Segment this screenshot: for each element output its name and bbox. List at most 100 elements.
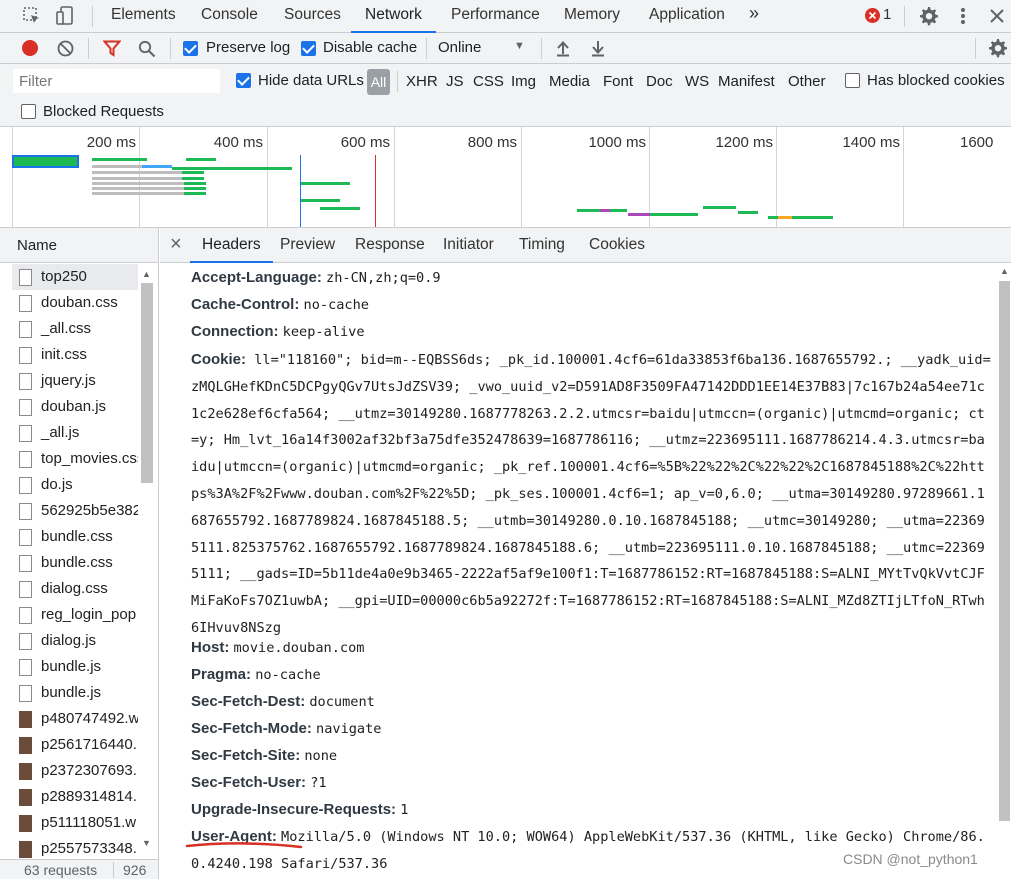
blocked-requests-checkbox[interactable]: [21, 104, 36, 119]
hide-data-urls-label[interactable]: Hide data URLs: [258, 72, 364, 89]
import-har-icon[interactable]: [555, 39, 571, 57]
request-name: p2889314814.: [41, 788, 137, 805]
request-row[interactable]: dialog.js: [12, 628, 138, 654]
disable-cache-label[interactable]: Disable cache: [323, 39, 417, 56]
detail-scrollbar[interactable]: [999, 281, 1010, 821]
request-row[interactable]: 562925b5e382: [12, 498, 138, 524]
close-detail-icon[interactable]: ×: [170, 233, 182, 256]
scroll-up-arrow-icon[interactable]: ▲: [142, 269, 151, 279]
clear-icon[interactable]: [57, 40, 74, 57]
request-row[interactable]: jquery.js: [12, 368, 138, 394]
filter-type-ws[interactable]: WS: [685, 73, 709, 90]
waterfall-bar: [92, 158, 147, 161]
blocked-requests-label[interactable]: Blocked Requests: [43, 103, 164, 120]
request-row[interactable]: dialog.css: [12, 576, 138, 602]
request-row[interactable]: p480747492.w: [12, 706, 138, 732]
tab-preview[interactable]: Preview: [280, 228, 335, 263]
tab-timing[interactable]: Timing: [519, 228, 565, 263]
timeline-gridline: [903, 127, 904, 227]
waterfall-bar: [300, 182, 350, 185]
has-blocked-cookies-label[interactable]: Has blocked cookies: [867, 72, 1005, 89]
scroll-up-arrow-icon[interactable]: ▲: [1000, 266, 1009, 276]
filter-input[interactable]: [13, 69, 220, 93]
header-row: Accept-Language: zh-CN,zh;q=0.9: [191, 269, 441, 286]
request-row[interactable]: _all.css: [12, 316, 138, 342]
image-thumbnail-icon: [19, 737, 32, 754]
request-row[interactable]: do.js: [12, 472, 138, 498]
request-row[interactable]: reg_login_pop: [12, 602, 138, 628]
tab-response[interactable]: Response: [355, 228, 425, 263]
request-row[interactable]: _all.js: [12, 420, 138, 446]
request-row[interactable]: p511118051.w: [12, 810, 138, 836]
tab-headers[interactable]: Headers: [190, 228, 273, 263]
request-row[interactable]: douban.css: [12, 290, 138, 316]
tab-console[interactable]: Console: [201, 0, 258, 33]
record-icon[interactable]: [22, 40, 38, 56]
search-icon[interactable]: [138, 40, 156, 58]
chevron-down-icon[interactable]: ▼: [514, 40, 525, 52]
request-row[interactable]: bundle.js: [12, 654, 138, 680]
disable-cache-checkbox[interactable]: [301, 41, 316, 56]
request-row[interactable]: top_movies.css: [12, 446, 138, 472]
preserve-log-label[interactable]: Preserve log: [206, 39, 290, 56]
request-row[interactable]: bundle.css: [12, 550, 138, 576]
inspect-element-icon[interactable]: [22, 6, 42, 26]
preserve-log-checkbox[interactable]: [183, 41, 198, 56]
waterfall-bar: [600, 209, 610, 212]
request-row[interactable]: p2561716440.: [12, 732, 138, 758]
hide-data-urls-checkbox[interactable]: [236, 73, 251, 88]
filter-type-manifest[interactable]: Manifest: [718, 73, 775, 90]
tab-memory[interactable]: Memory: [564, 0, 620, 33]
waterfall-bar: [172, 167, 292, 170]
has-blocked-cookies-checkbox[interactable]: [845, 73, 860, 88]
request-list-scrollbar[interactable]: [141, 283, 153, 483]
tab-sources[interactable]: Sources: [284, 0, 341, 33]
request-row[interactable]: douban.js: [12, 394, 138, 420]
filter-type-img[interactable]: Img: [511, 73, 536, 90]
filter-type-font[interactable]: Font: [603, 73, 633, 90]
scroll-down-arrow-icon[interactable]: ▼: [142, 838, 151, 848]
request-row[interactable]: top250: [12, 264, 138, 290]
close-devtools-icon[interactable]: [988, 7, 1006, 25]
more-options-icon[interactable]: [958, 6, 968, 26]
network-overview-timeline[interactable]: 200 ms 400 ms 600 ms 800 ms 1000 ms 1200…: [0, 127, 1011, 228]
request-row[interactable]: p2372307693.: [12, 758, 138, 784]
timeline-selection[interactable]: [12, 155, 79, 168]
timeline-gridline: [649, 127, 650, 227]
name-column-header[interactable]: Name: [0, 228, 158, 263]
device-toolbar-icon[interactable]: [55, 5, 75, 27]
request-row[interactable]: bundle.js: [12, 680, 138, 706]
filter-type-js[interactable]: JS: [446, 73, 464, 90]
waterfall-bar: [186, 158, 216, 161]
filter-funnel-icon[interactable]: [102, 40, 122, 57]
settings-gear-icon[interactable]: [917, 5, 939, 27]
error-icon[interactable]: [865, 8, 880, 23]
tab-application[interactable]: Application: [649, 0, 725, 33]
filter-type-css[interactable]: CSS: [473, 73, 504, 90]
filter-type-media[interactable]: Media: [549, 73, 590, 90]
request-row[interactable]: p2889314814.: [12, 784, 138, 810]
filter-type-xhr[interactable]: XHR: [406, 73, 438, 90]
network-settings-gear-icon[interactable]: [986, 37, 1008, 59]
cookie-line: 5111.825375762.1687655792.1687789824.168…: [191, 539, 985, 556]
request-row[interactable]: init.css: [12, 342, 138, 368]
request-row[interactable]: bundle.css: [12, 524, 138, 550]
tab-elements[interactable]: Elements: [111, 0, 176, 33]
request-name: do.js: [41, 476, 73, 493]
export-har-icon[interactable]: [590, 39, 606, 57]
request-name: p511118051.w: [41, 814, 137, 831]
tab-cookies[interactable]: Cookies: [589, 228, 645, 263]
tab-performance[interactable]: Performance: [451, 0, 540, 33]
tab-network[interactable]: Network: [351, 0, 436, 33]
request-name: bundle.js: [41, 684, 102, 701]
filter-type-doc[interactable]: Doc: [646, 73, 673, 90]
waterfall-bar: [142, 165, 172, 168]
tab-initiator[interactable]: Initiator: [443, 228, 494, 263]
more-tabs-button[interactable]: »: [749, 0, 759, 33]
header-key: Sec-Fetch-Mode:: [191, 720, 312, 737]
error-count[interactable]: 1: [883, 6, 891, 23]
header-key: Sec-Fetch-Site:: [191, 747, 301, 764]
throttling-select[interactable]: Online: [438, 39, 481, 56]
filter-type-all[interactable]: All: [367, 69, 390, 95]
filter-type-other[interactable]: Other: [788, 73, 826, 90]
